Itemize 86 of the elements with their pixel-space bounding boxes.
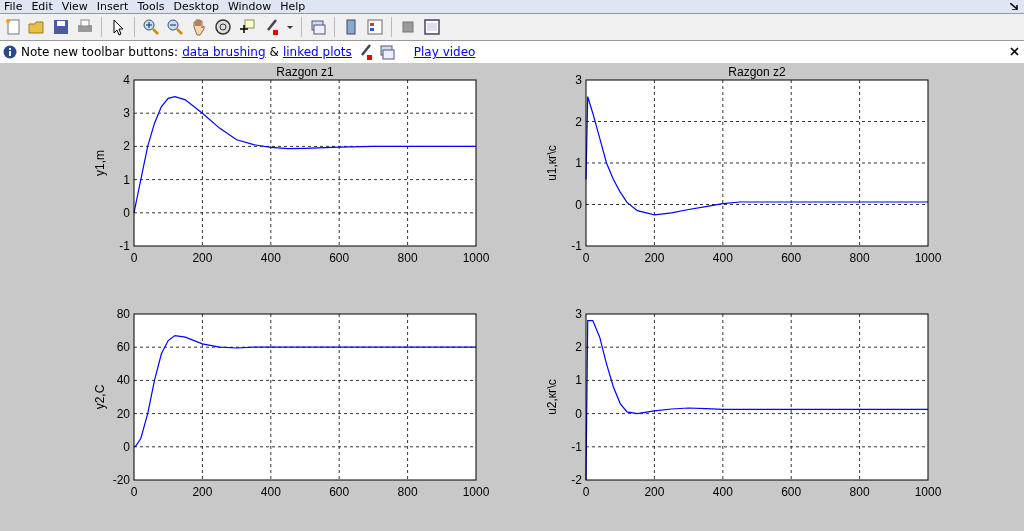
tick-label: -2 [571, 473, 582, 487]
plot-title: Razgon z1 [276, 65, 334, 79]
axis-label: y2,C [93, 384, 107, 410]
tick-label: 0 [582, 485, 590, 499]
tick-label: 0 [130, 485, 138, 499]
legend-icon [366, 18, 384, 36]
tick-label: -1 [571, 439, 582, 454]
tick-label: 600 [329, 251, 350, 265]
hand-icon [190, 18, 208, 36]
tick-label: 800 [849, 251, 870, 265]
tick-label: 3 [575, 307, 582, 321]
tick-label: 1000 [462, 251, 490, 265]
link-plot-icon [309, 18, 327, 36]
tick-label: 400 [260, 485, 281, 499]
tick-label: 1000 [914, 251, 942, 265]
tick-label: 80 [116, 307, 130, 321]
menu-item[interactable]: Edit [31, 0, 53, 13]
tick-label: -1 [571, 239, 582, 253]
tick-label: 400 [260, 251, 281, 265]
tick-label: 800 [849, 485, 870, 499]
menu-item[interactable]: View [61, 0, 88, 13]
menu-item[interactable]: Insert [96, 0, 129, 13]
menu-item[interactable]: File [4, 0, 23, 13]
tick-label: 0 [123, 439, 130, 454]
new-file-icon [4, 18, 22, 36]
caret-icon [287, 25, 293, 29]
zoom-out-icon [166, 18, 184, 36]
tick-label: 0 [582, 251, 590, 265]
plot-title: Razgon z2 [728, 65, 786, 79]
tick-label: 200 [192, 251, 213, 265]
square-icon [399, 18, 417, 36]
tick-label: 1000 [462, 485, 490, 499]
menu-item[interactable]: Help [280, 0, 306, 13]
tick-label: 600 [781, 485, 802, 499]
tick-label: 1 [123, 172, 130, 187]
tick-label: 20 [116, 406, 130, 421]
ampersand-text: & [269, 45, 279, 59]
tick-label: 1000 [914, 485, 942, 499]
tick-label: 200 [644, 485, 665, 499]
menu-item[interactable]: Tools [137, 0, 165, 13]
tick-label: 600 [329, 485, 350, 499]
tick-label: 0 [123, 205, 130, 220]
tick-label: 800 [397, 251, 418, 265]
tick-label: 4 [123, 73, 130, 87]
tick-label: 200 [192, 485, 213, 499]
tick-label: 1 [575, 373, 582, 388]
zoom-in-icon [142, 18, 160, 36]
data-brushing-link[interactable]: data brushing [182, 45, 266, 59]
panel-button[interactable] [421, 16, 443, 38]
tick-label: 3 [575, 73, 582, 87]
tick-label: 3 [123, 106, 130, 121]
axis-label: y1,m [93, 150, 107, 176]
info-icon [3, 45, 17, 59]
tick-label: 400 [712, 251, 733, 265]
tick-label: 2 [575, 114, 582, 129]
tick-label: 0 [575, 197, 582, 212]
dock-arrow-icon[interactable] [1010, 3, 1018, 10]
link-plot-icon [377, 43, 396, 61]
legend-button[interactable] [364, 16, 386, 38]
play-video-link[interactable]: Play video [413, 45, 476, 59]
notice-text: Note new toolbar buttons: [21, 45, 179, 59]
tick-label: 2 [575, 340, 582, 355]
menu-item[interactable]: Window [227, 0, 272, 13]
tick-label: 0 [575, 406, 582, 421]
panel-icon [423, 18, 441, 36]
tick-label: 600 [781, 251, 802, 265]
linked-plots-link[interactable]: linked plots [282, 45, 352, 59]
tick-label: 2 [123, 139, 130, 154]
tick-label: 800 [397, 485, 418, 499]
data-cursor-icon [238, 18, 256, 36]
rotate-icon [214, 18, 232, 36]
tick-label: 60 [116, 340, 130, 355]
tick-label: 200 [644, 251, 665, 265]
rotate-button[interactable] [212, 16, 234, 38]
close-icon[interactable] [1010, 47, 1019, 56]
tick-label: 1 [575, 156, 582, 170]
axis-label: u2,кг\с [545, 379, 559, 415]
save-icon [52, 18, 70, 36]
tick-label: 40 [116, 373, 130, 388]
folder-icon [28, 18, 46, 36]
menu-item[interactable]: Desktop [173, 0, 219, 13]
tick-label: -20 [112, 473, 130, 487]
tick-label: 0 [130, 251, 138, 265]
tick-label: 400 [712, 485, 733, 499]
tick-label: -1 [119, 239, 130, 253]
axis-label: u1,кг\с [545, 145, 559, 181]
